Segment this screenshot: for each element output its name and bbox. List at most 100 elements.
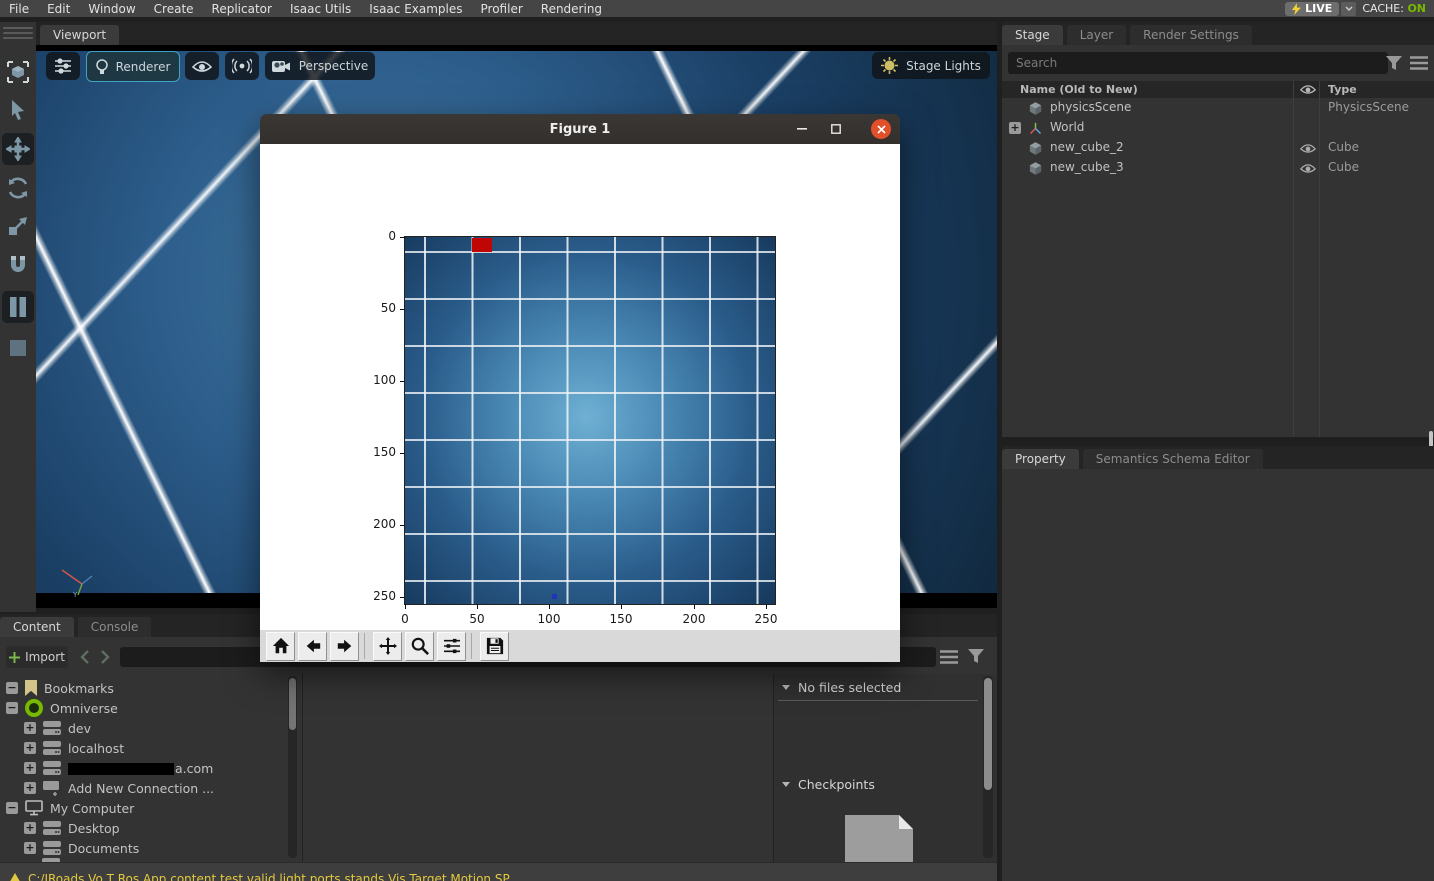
stage-lights-button[interactable]: Stage Lights bbox=[872, 52, 990, 79]
column-name[interactable]: Name (Old to New) bbox=[1020, 83, 1138, 96]
options-menu-icon[interactable] bbox=[1410, 56, 1428, 70]
expand-toggle[interactable]: + bbox=[24, 762, 36, 774]
forward-button[interactable] bbox=[330, 632, 359, 661]
tree-item-desktop[interactable]: + Desktop bbox=[24, 818, 120, 838]
expand-toggle[interactable]: + bbox=[24, 822, 36, 834]
nav-back-icon[interactable] bbox=[80, 650, 90, 664]
tab-render-settings[interactable]: Render Settings bbox=[1130, 25, 1252, 45]
tab-content[interactable]: Content bbox=[0, 617, 74, 637]
nav-forward-icon[interactable] bbox=[100, 650, 110, 664]
expand-toggle[interactable]: + bbox=[24, 842, 36, 854]
menu-create[interactable]: Create bbox=[145, 2, 203, 16]
stop-button[interactable] bbox=[3, 333, 33, 363]
tree-scrollbar-thumb[interactable] bbox=[289, 678, 296, 730]
stage-row-new-cube-3[interactable]: new_cube_3 Cube bbox=[1002, 158, 1434, 178]
menu-replicator[interactable]: Replicator bbox=[203, 2, 281, 16]
view-menu-icon[interactable] bbox=[940, 650, 958, 664]
viewport-tabstrip: Viewport bbox=[36, 22, 997, 45]
menu-file[interactable]: File bbox=[0, 2, 38, 16]
svg-text:Y: Y bbox=[72, 591, 78, 598]
filter-icon[interactable] bbox=[1386, 56, 1402, 71]
stage-scrollbar-thumb[interactable] bbox=[1429, 431, 1433, 447]
menu-isaac-utils[interactable]: Isaac Utils bbox=[281, 2, 360, 16]
tab-viewport[interactable]: Viewport bbox=[40, 25, 119, 45]
tree-item-documents[interactable]: + Documents bbox=[24, 838, 139, 858]
pause-button[interactable] bbox=[2, 291, 34, 323]
zoom-button[interactable] bbox=[405, 632, 434, 661]
blue-marker bbox=[552, 594, 557, 599]
expand-toggle[interactable]: + bbox=[24, 782, 36, 794]
tree-scrollbar[interactable] bbox=[288, 676, 297, 858]
forward-arrow-icon bbox=[336, 637, 354, 655]
move-tool-icon[interactable] bbox=[2, 133, 34, 165]
close-button[interactable] bbox=[871, 119, 891, 139]
details-scrollbar[interactable] bbox=[983, 676, 993, 858]
camera-perspective-button[interactable]: Perspective bbox=[265, 52, 375, 80]
import-button[interactable]: Import bbox=[6, 646, 68, 668]
pan-button[interactable] bbox=[373, 632, 402, 661]
checkpoints-header[interactable]: Checkpoints bbox=[782, 777, 875, 792]
checkpoint-file-icon bbox=[845, 815, 913, 862]
live-button[interactable]: LIVE bbox=[1285, 2, 1339, 16]
tree-item-add-new-connection[interactable]: + Add New Connection ... bbox=[24, 778, 214, 798]
select-cursor-icon[interactable] bbox=[3, 95, 33, 125]
stage-row-new-cube-2[interactable]: new_cube_2 Cube bbox=[1002, 138, 1434, 158]
grip-handle[interactable] bbox=[3, 27, 33, 29]
tree-item-dev[interactable]: + dev bbox=[24, 718, 91, 738]
eye-icon[interactable] bbox=[1300, 143, 1316, 154]
stage-panel: Name (Old to New) Type physicsScene Phys… bbox=[1002, 45, 1434, 437]
tree-item-my-computer[interactable]: − My Computer bbox=[6, 798, 134, 818]
menu-edit[interactable]: Edit bbox=[38, 2, 79, 16]
figure-window[interactable]: Figure 1 0 50 100 150 200 250 bbox=[260, 114, 900, 662]
expand-toggle[interactable]: − bbox=[6, 802, 18, 814]
expand-toggle[interactable]: + bbox=[24, 722, 36, 734]
expand-toggle[interactable]: + bbox=[24, 742, 36, 754]
visibility-button[interactable] bbox=[185, 52, 219, 80]
live-dropdown-button[interactable] bbox=[1341, 2, 1356, 16]
red-cube-marker bbox=[472, 238, 492, 252]
rotate-tool-icon[interactable] bbox=[3, 173, 33, 203]
stage-row-physicsscene[interactable]: physicsScene PhysicsScene bbox=[1002, 98, 1434, 118]
maximize-button[interactable] bbox=[826, 119, 846, 139]
tree-item-redacted-server[interactable]: + a.com bbox=[24, 758, 213, 778]
stage-search-input[interactable] bbox=[1008, 52, 1388, 74]
snap-magnet-icon[interactable] bbox=[3, 249, 33, 279]
menu-rendering[interactable]: Rendering bbox=[532, 2, 611, 16]
filter-icon[interactable] bbox=[968, 649, 984, 664]
pan-icon bbox=[379, 637, 397, 655]
back-button[interactable] bbox=[298, 632, 327, 661]
tab-semantics-schema-editor[interactable]: Semantics Schema Editor bbox=[1083, 449, 1263, 469]
viewport-settings-button[interactable] bbox=[46, 52, 80, 80]
expand-toggle[interactable]: − bbox=[6, 702, 18, 714]
tab-layer[interactable]: Layer bbox=[1067, 25, 1126, 45]
expand-toggle[interactable]: + bbox=[1009, 122, 1021, 134]
tree-item-omniverse[interactable]: − Omniverse bbox=[6, 698, 118, 718]
save-button[interactable] bbox=[480, 632, 509, 661]
tab-console[interactable]: Console bbox=[78, 617, 152, 637]
configure-subplots-button[interactable] bbox=[437, 632, 466, 661]
y-tick: 200 bbox=[360, 517, 396, 531]
renderer-button[interactable]: Renderer bbox=[86, 51, 180, 82]
tree-item-bookmarks[interactable]: − Bookmarks bbox=[6, 678, 114, 698]
tab-stage[interactable]: Stage bbox=[1002, 25, 1063, 45]
details-scrollbar-thumb[interactable] bbox=[984, 678, 992, 790]
audio-button[interactable] bbox=[225, 52, 259, 80]
tab-property[interactable]: Property bbox=[1002, 449, 1079, 469]
magnifier-icon bbox=[411, 637, 429, 655]
frame-select-icon[interactable] bbox=[3, 57, 33, 87]
tree-item-localhost[interactable]: + localhost bbox=[24, 738, 124, 758]
visibility-column-icon[interactable] bbox=[1300, 84, 1316, 95]
home-icon bbox=[272, 637, 290, 655]
menu-window[interactable]: Window bbox=[79, 2, 144, 16]
stage-row-world[interactable]: + World bbox=[1002, 118, 1434, 138]
no-files-selected-header[interactable]: No files selected bbox=[782, 680, 901, 695]
eye-icon[interactable] bbox=[1300, 163, 1316, 174]
home-button[interactable] bbox=[266, 632, 295, 661]
minimize-button[interactable] bbox=[792, 119, 812, 139]
menu-isaac-examples[interactable]: Isaac Examples bbox=[360, 2, 471, 16]
expand-toggle[interactable]: − bbox=[6, 682, 18, 694]
cube-icon bbox=[1028, 141, 1043, 156]
column-type[interactable]: Type bbox=[1328, 83, 1357, 96]
menu-profiler[interactable]: Profiler bbox=[472, 2, 532, 16]
scale-tool-icon[interactable] bbox=[3, 211, 33, 241]
